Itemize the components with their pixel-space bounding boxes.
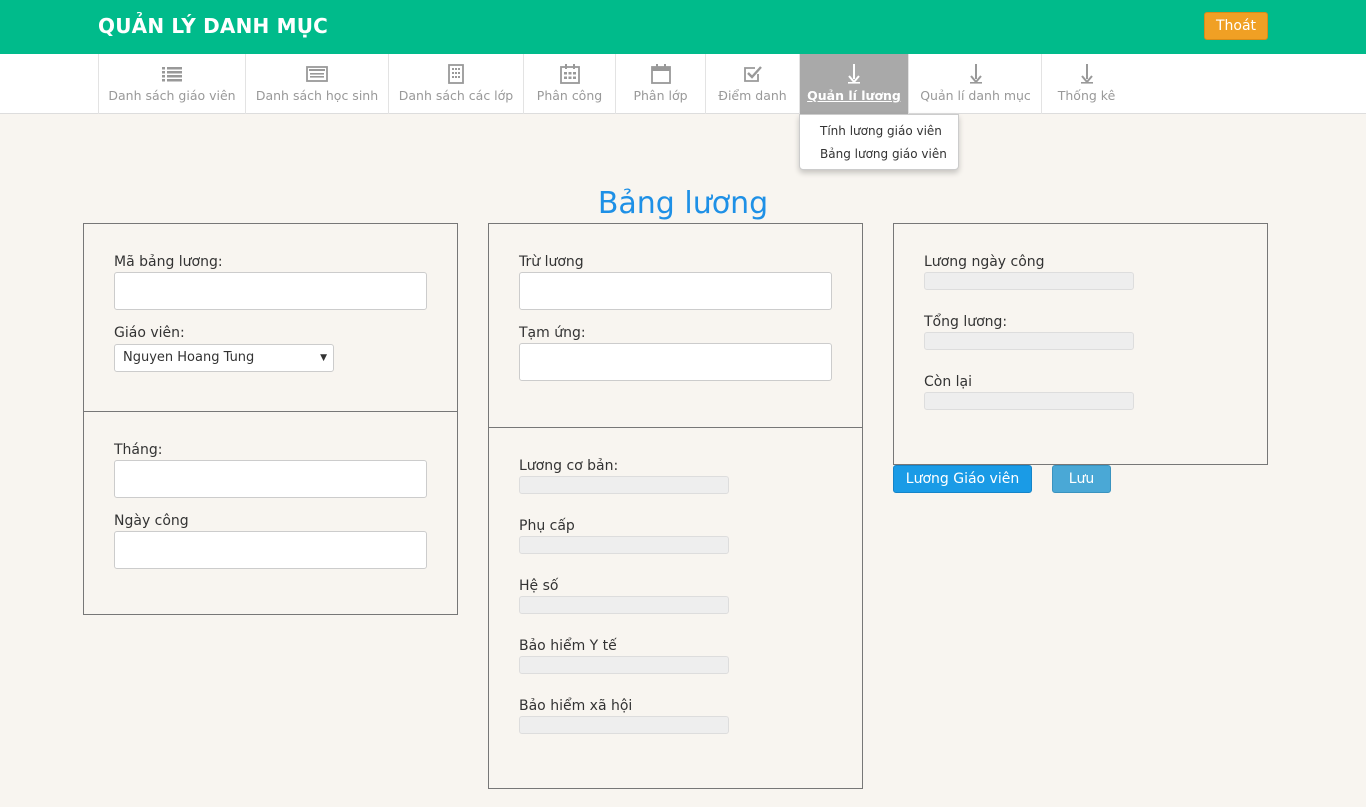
building-icon xyxy=(389,64,523,84)
salary-dropdown-menu: Tính lương giáo viên Bảng lương giáo viê… xyxy=(799,114,959,170)
nav-item-attendance[interactable]: Điểm danh xyxy=(705,54,799,114)
phu-cap-field xyxy=(519,536,729,554)
phu-cap-label: Phụ cấp xyxy=(519,518,575,534)
id-card-icon xyxy=(246,64,388,84)
nav-item-student-list[interactable]: Danh sách học sinh xyxy=(245,54,388,114)
caret-down-icon: ▼ xyxy=(320,353,327,363)
nav-label: Phân lớp xyxy=(633,88,688,103)
giao-vien-select[interactable]: Nguyen Hoang Tung ▼ xyxy=(114,344,334,372)
luong-co-ban-field xyxy=(519,476,729,494)
top-bar: QUẢN LÝ DANH MỤC Thoát xyxy=(0,0,1366,54)
luong-ngay-cong-label: Lương ngày công xyxy=(924,254,1045,270)
save-button[interactable]: Lưu xyxy=(1052,465,1111,493)
main-nav: Danh sách giáo viên Danh sách học sinh D… xyxy=(0,54,1366,114)
nav-label: Danh sách giáo viên xyxy=(108,88,236,103)
ma-bang-luong-label: Mã bảng lương: xyxy=(114,254,223,270)
nav-label: Quản lí danh mục xyxy=(920,88,1031,103)
nav-label: Thống kê xyxy=(1057,88,1116,103)
arrow-down-icon xyxy=(800,64,908,84)
nav-item-class-list[interactable]: Danh sách các lớp xyxy=(388,54,523,114)
he-so-field xyxy=(519,596,729,614)
nav-label: Phân công xyxy=(536,88,603,103)
con-lai-label: Còn lại xyxy=(924,374,973,390)
thang-label: Tháng: xyxy=(114,442,163,458)
arrow-down-icon xyxy=(909,64,1042,84)
con-lai-field xyxy=(924,392,1134,410)
bao-hiem-xahoi-label: Bảo hiểm xã hội xyxy=(519,698,633,714)
list-icon xyxy=(99,64,245,84)
nav-item-salary-management[interactable]: Quản lí lương xyxy=(799,54,908,114)
page-title: Bảng lương xyxy=(597,186,769,221)
app-title: QUẢN LÝ DANH MỤC xyxy=(98,14,329,38)
luong-ngay-cong-field xyxy=(924,272,1134,290)
nav-item-teacher-list[interactable]: Danh sách giáo viên xyxy=(98,54,245,114)
nav-label: Quản lí lương xyxy=(807,88,901,103)
nav-item-statistics[interactable]: Thống kê xyxy=(1041,54,1131,114)
nav-item-category-management[interactable]: Quản lí danh mục xyxy=(908,54,1042,114)
thang-input[interactable] xyxy=(114,460,427,498)
tru-luong-label: Trừ lương xyxy=(519,254,584,270)
menu-item-calculate-salary[interactable]: Tính lương giáo viên xyxy=(800,122,958,145)
bao-hiem-xahoi-field xyxy=(519,716,729,734)
nav-label: Danh sách các lớp xyxy=(398,88,514,103)
giao-vien-selected-value: Nguyen Hoang Tung xyxy=(123,350,255,365)
ngay-cong-label: Ngày công xyxy=(114,513,189,529)
nav-label: Danh sách học sinh xyxy=(255,88,379,103)
check-square-icon xyxy=(706,64,799,84)
calendar-grid-icon xyxy=(524,64,615,84)
tam-ung-input[interactable] xyxy=(519,343,832,381)
logout-button[interactable]: Thoát xyxy=(1204,12,1268,40)
bao-hiem-yte-field xyxy=(519,656,729,674)
nav-item-class-assign[interactable]: Phân lớp xyxy=(615,54,705,114)
luong-co-ban-label: Lương cơ bản: xyxy=(519,458,619,474)
giao-vien-label: Giáo viên: xyxy=(114,325,185,341)
menu-item-salary-table[interactable]: Bảng lương giáo viên xyxy=(800,145,958,168)
tong-luong-label: Tổng lương: xyxy=(924,314,1008,330)
he-so-label: Hệ số xyxy=(519,578,559,594)
arrow-down-icon xyxy=(1042,64,1131,84)
calendar-icon xyxy=(616,64,705,84)
tam-ung-label: Tạm ứng: xyxy=(519,325,586,341)
tru-luong-input[interactable] xyxy=(519,272,832,310)
bao-hiem-yte-label: Bảo hiểm Y tế xyxy=(519,638,617,654)
teacher-salary-button[interactable]: Lương Giáo viên xyxy=(893,465,1032,493)
nav-label: Điểm danh xyxy=(718,88,787,103)
ma-bang-luong-input[interactable] xyxy=(114,272,427,310)
panel-identity xyxy=(83,223,458,412)
nav-item-assignment[interactable]: Phân công xyxy=(523,54,615,114)
ngay-cong-input[interactable] xyxy=(114,531,427,569)
tong-luong-field xyxy=(924,332,1134,350)
